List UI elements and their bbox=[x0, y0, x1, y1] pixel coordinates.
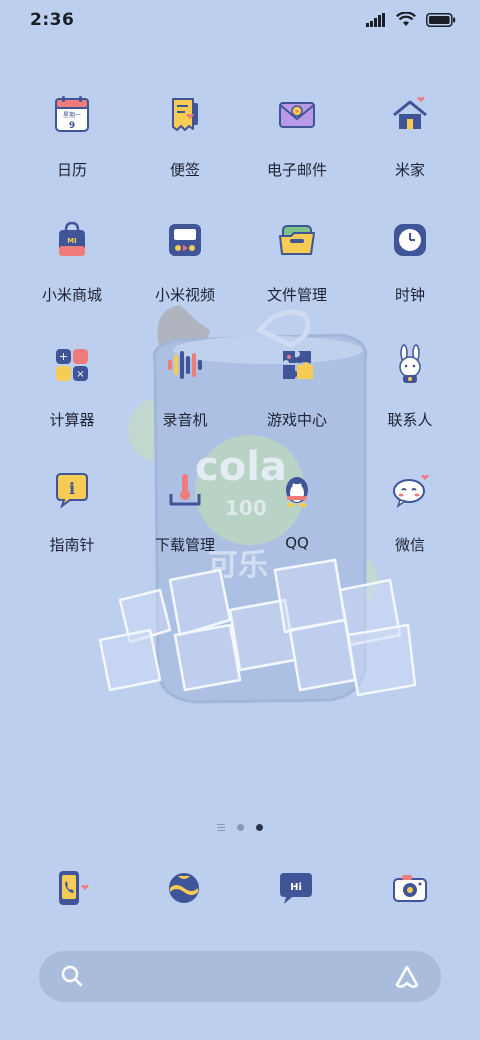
app-label: 下载管理 bbox=[154, 536, 215, 554]
app-email[interactable]: 电子邮件 bbox=[237, 85, 357, 210]
app-calculator[interactable]: + × 计算器 bbox=[12, 335, 132, 460]
app-label: QQ bbox=[285, 534, 309, 552]
app-label: 电子邮件 bbox=[266, 161, 327, 179]
store-logo-text: MI bbox=[67, 237, 77, 245]
app-mijia[interactable]: 米家 bbox=[350, 85, 470, 210]
svg-text:+: + bbox=[59, 350, 68, 363]
app-contacts[interactable]: 联系人 bbox=[350, 335, 470, 460]
app-qq[interactable]: QQ bbox=[237, 460, 357, 585]
app-wechat[interactable]: 微信 bbox=[350, 460, 470, 585]
app-notes[interactable]: 便签 bbox=[125, 85, 245, 210]
app-label: 微信 bbox=[394, 536, 425, 554]
app-compass[interactable]: i 指南针 bbox=[12, 460, 132, 585]
page-dot-active[interactable] bbox=[256, 824, 263, 831]
email-icon bbox=[279, 102, 315, 128]
app-label: 录音机 bbox=[162, 411, 208, 429]
svg-text:i: i bbox=[69, 479, 75, 498]
svg-text:×: × bbox=[76, 369, 84, 380]
compass-icon: i bbox=[56, 473, 88, 509]
app-label: 时钟 bbox=[394, 286, 425, 304]
calculator-icon: + × bbox=[56, 349, 88, 381]
camera-icon[interactable] bbox=[388, 866, 432, 910]
app-file-manager[interactable]: 文件管理 bbox=[237, 210, 357, 335]
app-download-manager[interactable]: 下载管理 bbox=[125, 460, 245, 585]
app-label: 计算器 bbox=[49, 411, 95, 429]
page-indicator-list-icon[interactable] bbox=[217, 824, 225, 831]
qq-penguin-icon bbox=[286, 477, 308, 507]
search-bar[interactable] bbox=[39, 951, 441, 1002]
app-label: 联系人 bbox=[387, 411, 433, 429]
assistant-icon[interactable] bbox=[393, 963, 421, 991]
calendar-day: 9 bbox=[69, 121, 75, 131]
app-label: 便签 bbox=[169, 161, 200, 179]
calendar-weekday: 星期一 bbox=[63, 111, 81, 119]
app-recorder[interactable]: 录音机 bbox=[125, 335, 245, 460]
app-label: 小米商城 bbox=[41, 286, 102, 304]
calendar-icon: 星期一 9 bbox=[55, 96, 89, 132]
app-label: 指南针 bbox=[49, 536, 95, 554]
app-game-center[interactable]: 游戏中心 bbox=[237, 335, 357, 460]
app-clock[interactable]: 时钟 bbox=[350, 210, 470, 335]
messages-icon-text: Hi bbox=[290, 882, 302, 893]
clock-time: 2:36 bbox=[30, 10, 75, 30]
page-indicator[interactable] bbox=[0, 824, 480, 831]
app-label: 日历 bbox=[56, 161, 87, 179]
phone-icon[interactable] bbox=[48, 866, 92, 910]
search-icon[interactable] bbox=[59, 963, 85, 989]
wechat-icon bbox=[393, 475, 429, 508]
game-center-icon bbox=[283, 351, 313, 379]
recorder-icon bbox=[168, 351, 202, 379]
shopping-bag-icon: MI bbox=[59, 221, 85, 256]
clock-icon bbox=[394, 224, 426, 256]
battery-icon bbox=[426, 12, 456, 27]
page-dot[interactable] bbox=[237, 824, 244, 831]
app-calendar[interactable]: 星期一 9 日历 bbox=[12, 85, 132, 210]
home-icon bbox=[393, 97, 427, 129]
signal-icon bbox=[366, 12, 385, 27]
app-label: 米家 bbox=[394, 161, 425, 179]
app-mi-store[interactable]: MI 小米商城 bbox=[12, 210, 132, 335]
app-mi-video[interactable]: 小米视频 bbox=[125, 210, 245, 335]
video-icon bbox=[169, 224, 201, 256]
browser-globe-icon[interactable] bbox=[162, 866, 206, 910]
wifi-icon bbox=[396, 12, 416, 26]
app-label: 小米视频 bbox=[154, 286, 215, 304]
contacts-rabbit-icon bbox=[399, 344, 421, 383]
app-label: 文件管理 bbox=[266, 286, 327, 304]
folder-icon bbox=[279, 225, 315, 255]
app-label: 游戏中心 bbox=[266, 411, 327, 429]
download-icon bbox=[169, 474, 201, 506]
status-bar: 2:36 bbox=[0, 0, 480, 42]
messages-icon[interactable]: Hi bbox=[274, 866, 318, 910]
dock: Hi bbox=[0, 866, 480, 916]
notes-icon bbox=[172, 98, 198, 131]
